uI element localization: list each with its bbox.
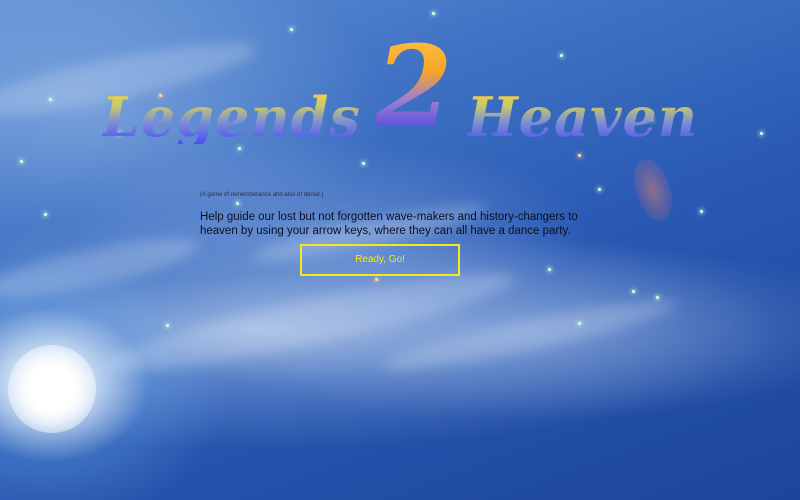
title-word-heaven: Heaven [466,85,699,149]
intro-panel: (A game of rememberance and also of deni… [200,192,610,238]
sparkle-star [375,278,378,281]
sun-glow [8,345,96,433]
lens-flare [626,154,680,226]
sparkle-star [598,188,601,191]
sparkle-star [362,162,365,165]
game-title-row: Legends 2 Heaven [0,22,800,153]
sparkle-star [166,324,169,327]
cloud-streak [100,256,520,388]
sparkle-star [548,268,551,271]
start-game-button[interactable]: Ready, Go! [300,244,460,276]
sparkle-star [578,154,581,157]
game-instructions: Help guide our lost but not forgotten wa… [200,211,578,237]
sparkle-star [578,322,581,325]
cloud-streak [0,227,202,309]
sparkle-star [700,210,703,213]
sparkle-star [656,296,659,299]
sparkle-star [44,213,47,216]
sparkle-star [632,290,635,293]
title-number-two: 2 [374,22,453,153]
game-title: Legends 2 Heaven [0,14,800,153]
sparkle-star [20,160,23,163]
title-word-legends: Legends [101,85,361,149]
game-subtitle: (A game of rememberance and also of deni… [200,192,324,198]
